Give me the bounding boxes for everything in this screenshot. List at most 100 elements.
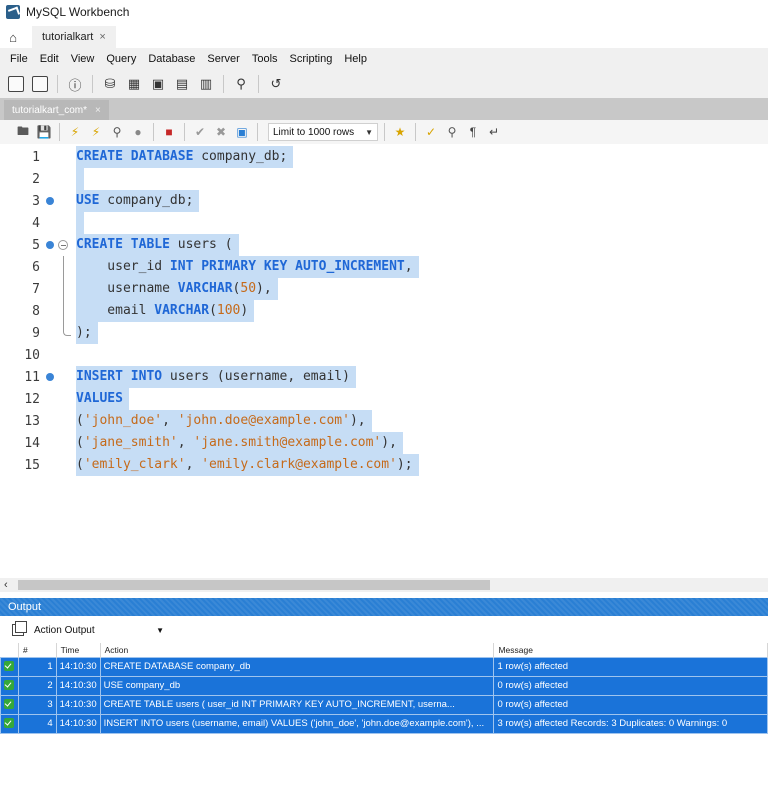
code-text: ('emily_clark', 'emily.clark@example.com… (76, 454, 419, 476)
toggle-error-icon[interactable]: ■ (160, 123, 178, 141)
menu-scripting[interactable]: Scripting (284, 53, 339, 65)
code-text: INSERT INTO users (username, email) (76, 366, 356, 388)
code-line: 12 VALUES (0, 388, 768, 410)
table-row[interactable]: 1 14:10:30 CREATE DATABASE company_db 1 … (0, 656, 768, 677)
table-row[interactable]: 4 14:10:30 INSERT INTO users (username, … (0, 713, 768, 734)
table-header-row: # Time Action Message (0, 643, 768, 657)
row-action: USE company_db (99, 675, 495, 696)
close-icon[interactable]: × (95, 105, 101, 116)
search-table-data-icon[interactable]: ⚲ (231, 74, 251, 94)
execute-current-icon[interactable]: ⚡ (87, 123, 105, 141)
home-icon[interactable]: ⌂ (0, 26, 26, 48)
menu-view[interactable]: View (65, 53, 101, 65)
sql-text: user_id (76, 259, 170, 274)
line-number: 7 (32, 281, 40, 297)
toolbar-divider (153, 123, 154, 141)
table-row[interactable]: 2 14:10:30 USE company_db 0 row(s) affec… (0, 675, 768, 696)
find-icon[interactable]: ⚲ (443, 123, 461, 141)
table-row[interactable]: 3 14:10:30 CREATE TABLE users ( user_id … (0, 694, 768, 715)
code-text: CREATE TABLE users ( (76, 234, 239, 256)
menu-database[interactable]: Database (142, 53, 201, 65)
code-line: 1 CREATE DATABASE company_db; (0, 146, 768, 168)
reconnect-icon[interactable]: ↺ (266, 74, 286, 94)
add-snippet-icon[interactable]: ★ (391, 123, 409, 141)
toolbar-divider (57, 75, 58, 93)
scroll-left-icon[interactable]: ‹ (4, 578, 8, 592)
output-toolbar: Action Output ▼ (0, 620, 768, 640)
sql-text: ), (349, 413, 366, 428)
rollback-icon[interactable]: ✖ (212, 123, 230, 141)
fold-toggle-icon[interactable] (58, 240, 68, 250)
column-header-status[interactable] (0, 643, 19, 657)
create-procedure-icon[interactable]: ▤ (172, 74, 192, 94)
sql-text: , (185, 457, 202, 472)
column-header-message[interactable]: Message (493, 643, 768, 657)
code-text: user_id INT PRIMARY KEY AUTO_INCREMENT, (76, 256, 419, 278)
menu-help[interactable]: Help (338, 53, 373, 65)
sql-number: 50 (240, 281, 257, 296)
menu-tools[interactable]: Tools (246, 53, 284, 65)
menu-server[interactable]: Server (201, 53, 245, 65)
open-folder-icon[interactable]: 🖿 (14, 123, 32, 141)
create-schema-icon[interactable]: ⛁ (100, 74, 120, 94)
tab-connection[interactable]: tutorialkart × (32, 26, 116, 48)
create-view-icon[interactable]: ▣ (148, 74, 168, 94)
sql-string: 'jane_smith' (83, 435, 178, 450)
scrollbar-thumb[interactable] (18, 580, 490, 590)
success-check-icon (4, 699, 14, 710)
window-title: MySQL Workbench (26, 5, 130, 19)
row-time: 14:10:30 (55, 713, 101, 734)
column-header-action[interactable]: Action (100, 643, 495, 657)
new-sql-tab-icon[interactable] (6, 74, 26, 94)
sql-keyword: VALUES (76, 391, 123, 406)
execute-icon[interactable]: ⚡ (66, 123, 84, 141)
line-number: 2 (32, 171, 40, 187)
save-icon[interactable]: 💾 (35, 123, 53, 141)
output-type-select[interactable]: Action Output ▼ (34, 625, 164, 636)
sql-text: company_db; (193, 149, 288, 164)
stop-icon[interactable]: ● (129, 123, 147, 141)
limit-rows-label: Limit to 1000 rows (273, 126, 355, 138)
copy-icon[interactable] (12, 621, 27, 636)
explain-icon[interactable]: ⚲ (108, 123, 126, 141)
sql-editor[interactable]: 1 CREATE DATABASE company_db; 2 3 USE co… (0, 146, 768, 576)
menu-query[interactable]: Query (100, 53, 142, 65)
menu-edit[interactable]: Edit (34, 53, 65, 65)
row-time: 14:10:30 (55, 675, 101, 696)
create-table-icon[interactable]: ▦ (124, 74, 144, 94)
tab-sql-editor[interactable]: tutorialkart_com* × (4, 100, 109, 120)
line-number: 5 (32, 237, 40, 253)
code-line: 13 ('john_doe', 'john.doe@example.com'), (0, 410, 768, 432)
success-check-icon (4, 661, 14, 672)
commit-icon[interactable]: ✔ (191, 123, 209, 141)
toolbar-divider (415, 123, 416, 141)
menu-file[interactable]: File (4, 53, 34, 65)
create-function-icon[interactable]: ▥ (196, 74, 216, 94)
invisible-chars-icon[interactable]: ¶ (464, 123, 482, 141)
open-sql-script-icon[interactable] (30, 74, 50, 94)
toolbar-divider (223, 75, 224, 93)
code-line: 6 user_id INT PRIMARY KEY AUTO_INCREMENT… (0, 256, 768, 278)
sql-text: email (76, 303, 155, 318)
editor-tab-bar: tutorialkart_com* × (0, 98, 768, 120)
status-cell (0, 694, 19, 715)
tab-sql-editor-label: tutorialkart_com* (12, 104, 88, 116)
tab-connection-label: tutorialkart (42, 31, 94, 43)
limit-rows-select[interactable]: Limit to 1000 rows ▼ (268, 123, 378, 141)
column-header-time[interactable]: Time (56, 643, 101, 657)
autocommit-icon[interactable]: ▣ (233, 123, 251, 141)
code-line: 3 USE company_db; (0, 190, 768, 212)
column-header-number[interactable]: # (18, 643, 57, 657)
word-wrap-icon[interactable]: ↵ (485, 123, 503, 141)
close-icon[interactable]: × (99, 31, 105, 43)
output-panel-header: Output (0, 598, 768, 616)
beautify-icon[interactable]: ✓ (422, 123, 440, 141)
code-text: VALUES (76, 388, 129, 410)
inspector-icon[interactable]: ⓘ (65, 74, 85, 94)
horizontal-scrollbar[interactable]: ‹ (0, 578, 768, 592)
code-line: 4 (0, 212, 768, 234)
sql-keyword: VARCHAR (177, 281, 233, 296)
sql-keyword: CREATE TABLE (76, 237, 170, 252)
sql-text: ( (76, 457, 84, 472)
line-number: 6 (32, 259, 40, 275)
